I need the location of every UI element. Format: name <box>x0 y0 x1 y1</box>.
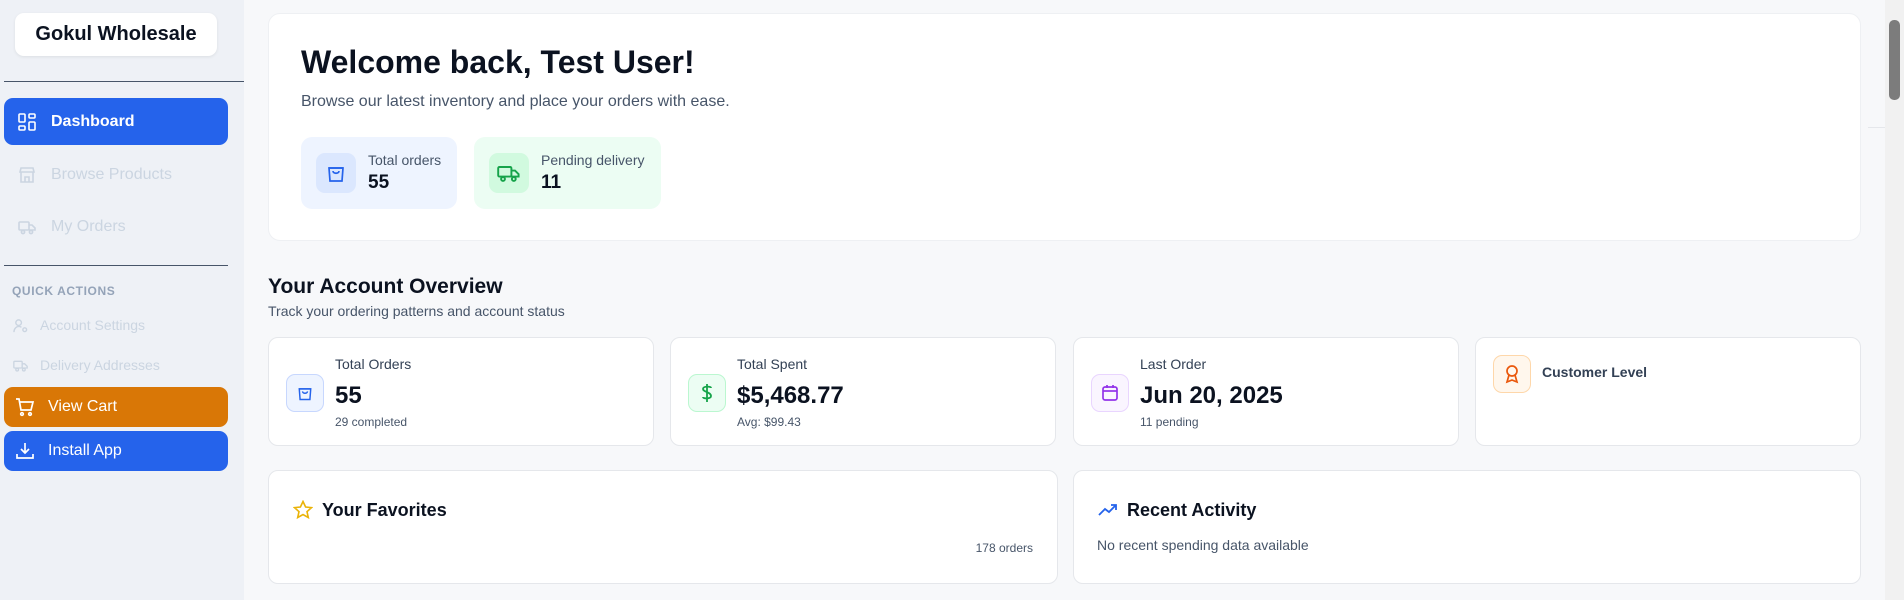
truck-icon <box>17 217 37 237</box>
welcome-title: Welcome back, Test User! <box>301 44 695 80</box>
sidebar-item-label: Browse Products <box>51 165 172 183</box>
user-settings-icon <box>12 317 28 333</box>
store-icon <box>17 165 37 185</box>
recent-activity-empty: No recent spending data available <box>1097 537 1309 553</box>
welcome-card: Welcome back, Test User! Browse our late… <box>268 13 1861 241</box>
cart-icon <box>14 396 36 418</box>
stat-label: Pending delivery <box>541 152 645 168</box>
recent-activity-title: Recent Activity <box>1127 499 1257 520</box>
install-app-button[interactable]: Install App <box>4 431 228 471</box>
sidebar-item-dashboard[interactable]: Dashboard <box>4 98 228 145</box>
award-icon <box>1493 355 1531 393</box>
overview-subtitle: Track your ordering patterns and account… <box>268 303 565 319</box>
view-cart-button[interactable]: View Cart <box>4 387 228 427</box>
stat-label: Total orders <box>368 152 442 168</box>
dollar-icon <box>688 374 726 412</box>
recent-activity-card: Recent Activity No recent spending data … <box>1073 470 1861 584</box>
card-subtext: 11 pending <box>1140 415 1199 429</box>
quick-actions-title: QUICK ACTIONS <box>12 284 116 298</box>
download-icon <box>14 440 36 462</box>
quick-action-account-settings[interactable]: Account Settings <box>12 317 145 333</box>
sidebar-item-browse-products[interactable]: Browse Products <box>4 151 228 198</box>
sidebar: Gokul Wholesale Dashboard Browse Product… <box>0 0 244 600</box>
truck-icon <box>489 153 529 193</box>
card-label: Total Orders <box>335 356 412 372</box>
favorites-card: Your Favorites 178 orders <box>268 470 1058 584</box>
scrollbar-thumb[interactable] <box>1889 20 1900 100</box>
shopping-bag-icon <box>286 374 324 412</box>
stat-value: 55 <box>368 172 390 193</box>
star-icon <box>292 499 314 521</box>
overview-title: Your Account Overview <box>268 275 503 298</box>
truck-icon <box>12 357 28 373</box>
view-cart-label: View Cart <box>48 398 118 415</box>
calendar-icon <box>1091 374 1129 412</box>
card-label: Total Spent <box>737 356 808 372</box>
favorites-title-row: Your Favorites <box>292 499 447 521</box>
customer-level-card: Customer Level <box>1475 337 1861 446</box>
card-subtext: Avg: $99.43 <box>737 415 801 429</box>
brand-logo[interactable]: Gokul Wholesale <box>15 13 217 56</box>
quick-action-label: Delivery Addresses <box>40 357 160 373</box>
trending-up-icon <box>1097 499 1119 521</box>
sidebar-item-label: Dashboard <box>51 112 135 130</box>
card-value: 55 <box>335 382 362 409</box>
quick-action-delivery-addresses[interactable]: Delivery Addresses <box>12 357 160 373</box>
last-order-card: Last Order Jun 20, 2025 11 pending <box>1073 337 1459 446</box>
card-subtext: 29 completed <box>335 415 408 429</box>
pending-delivery-chip: Pending delivery 11 <box>474 137 661 209</box>
favorites-title: Your Favorites <box>322 499 447 520</box>
recent-activity-title-row: Recent Activity <box>1097 499 1256 521</box>
stat-value: 11 <box>541 172 562 193</box>
card-label: Last Order <box>1140 356 1207 372</box>
divider <box>4 265 228 266</box>
total-orders-chip: Total orders 55 <box>301 137 457 209</box>
total-orders-card: Total Orders 55 29 completed <box>268 337 654 446</box>
card-label: Customer Level <box>1542 364 1648 380</box>
quick-action-label: Account Settings <box>40 317 146 333</box>
total-spent-card: Total Spent $5,468.77 Avg: $99.43 <box>670 337 1056 446</box>
favorites-count: 178 orders <box>975 541 1033 555</box>
card-value: Jun 20, 2025 <box>1140 382 1283 409</box>
card-value: $5,468.77 <box>737 382 844 409</box>
shopping-bag-icon <box>316 153 356 193</box>
install-app-label: Install App <box>48 442 122 459</box>
sidebar-item-my-orders[interactable]: My Orders <box>4 203 228 250</box>
divider <box>4 81 244 82</box>
welcome-subtitle: Browse our latest inventory and place yo… <box>301 93 730 110</box>
page-scrollbar[interactable] <box>1885 0 1904 600</box>
dashboard-grid-icon <box>17 112 37 132</box>
sidebar-item-label: My Orders <box>51 217 126 235</box>
